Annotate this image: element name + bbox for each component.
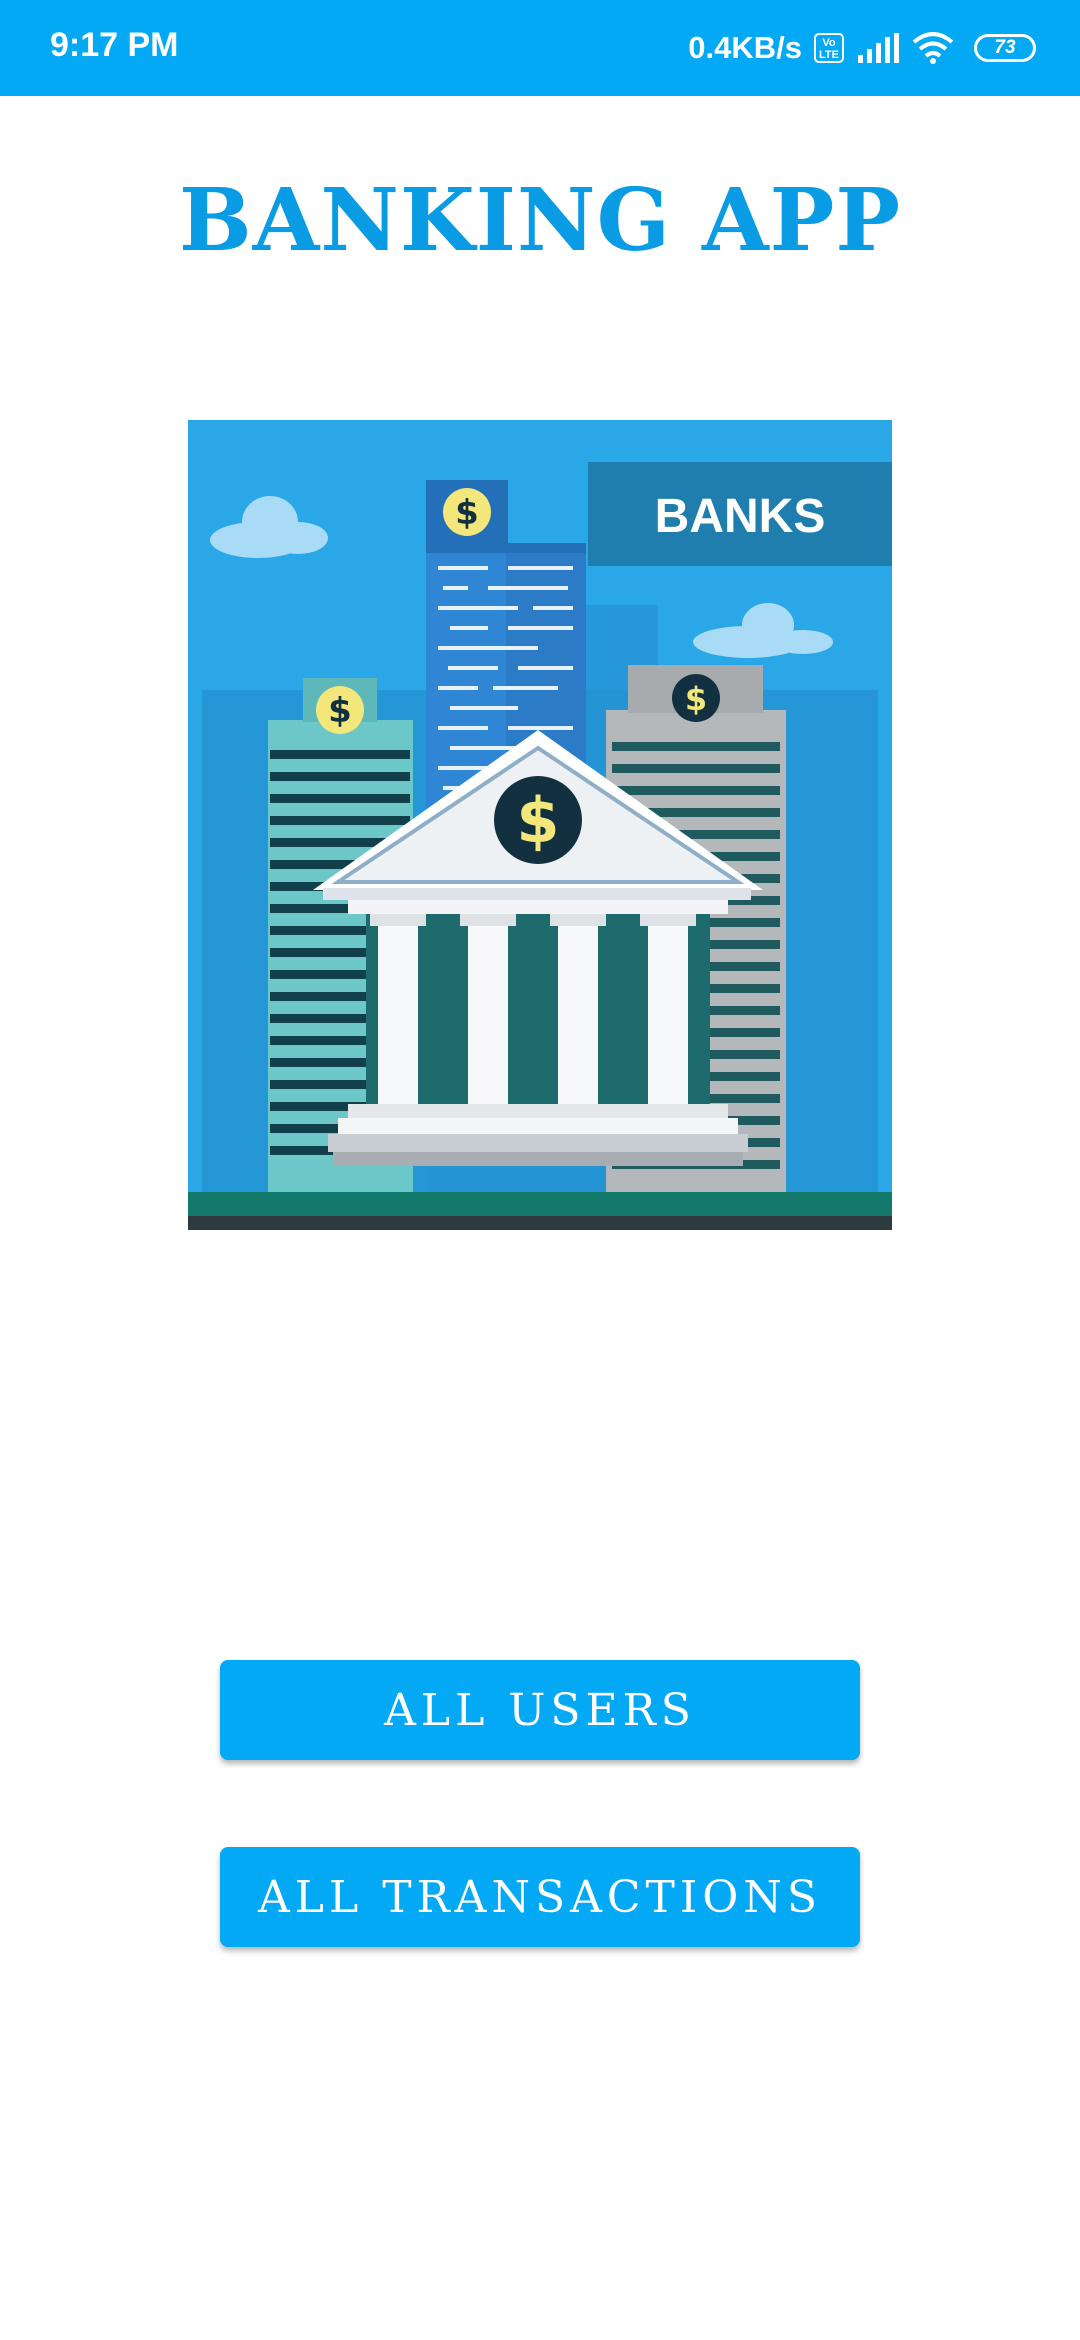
svg-text:$: $ bbox=[685, 680, 707, 718]
signal-icon bbox=[858, 33, 899, 63]
dollar-coin-icon: $ bbox=[672, 674, 720, 722]
dollar-coin-icon: $ bbox=[316, 686, 364, 734]
app-title: BANKING APP bbox=[178, 170, 902, 271]
network-speed: 0.4KB/s bbox=[688, 30, 802, 65]
status-bar: 9:17 PM 0.4KB/s Vo LTE 73 bbox=[0, 0, 1080, 96]
dollar-coin-icon: $ bbox=[443, 488, 491, 536]
banks-sign: BANKS bbox=[588, 462, 892, 566]
status-time: 9:17 PM bbox=[50, 26, 179, 64]
volte-icon: Vo LTE bbox=[814, 33, 844, 63]
all-transactions-button[interactable]: ALL TRANSACTIONS bbox=[220, 1847, 860, 1947]
svg-text:$: $ bbox=[328, 691, 352, 731]
dollar-coin-icon: $ bbox=[494, 776, 582, 864]
all-users-button[interactable]: ALL USERS bbox=[220, 1660, 860, 1760]
status-icons: 0.4KB/s Vo LTE 73 bbox=[688, 22, 1036, 74]
bank-illustration: BANKS $ $ $ $ bbox=[188, 420, 892, 1230]
battery-icon: 73 bbox=[974, 34, 1036, 62]
svg-text:BANKS: BANKS bbox=[655, 490, 826, 543]
svg-text:$: $ bbox=[455, 493, 479, 533]
wifi-icon bbox=[912, 32, 954, 64]
svg-text:$: $ bbox=[516, 784, 559, 857]
